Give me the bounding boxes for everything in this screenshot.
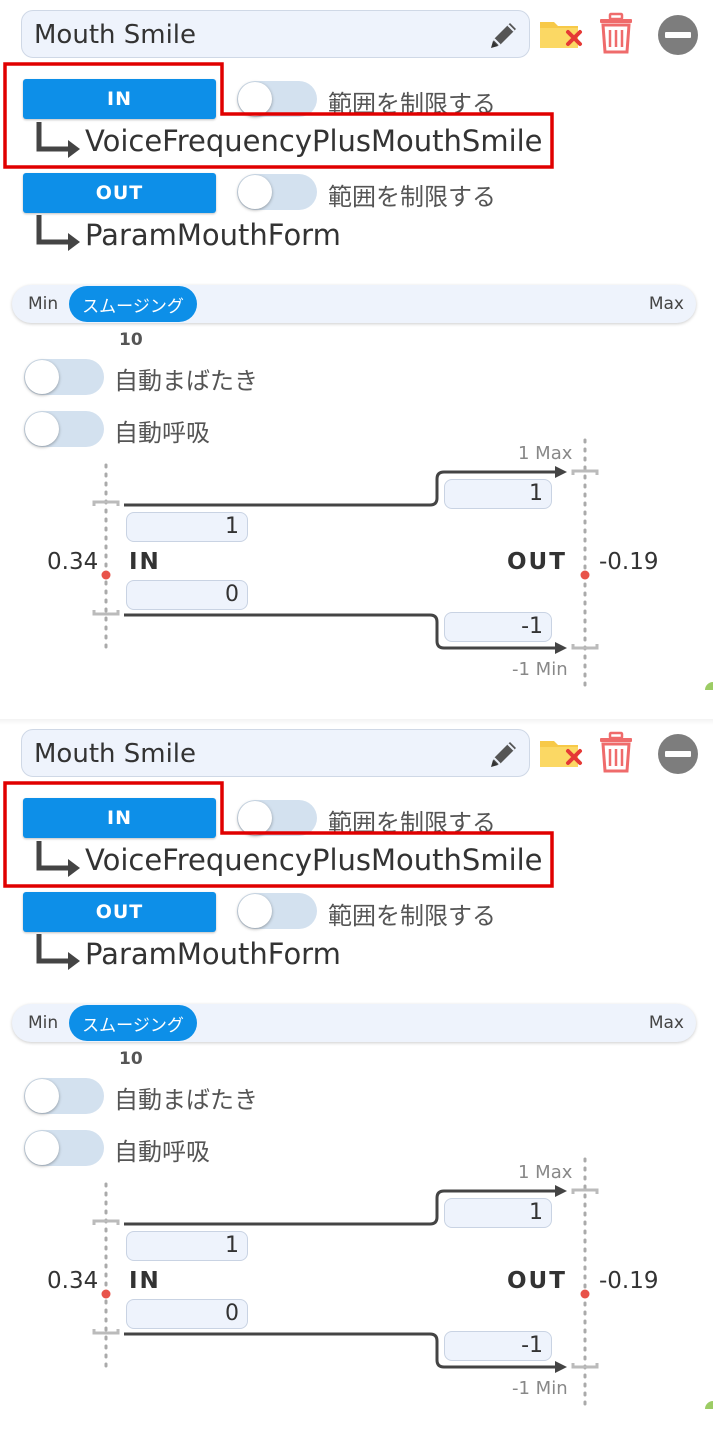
input-current-value: 0.34 xyxy=(47,549,99,575)
smoothing-slider[interactable]: Min スムージング Max xyxy=(12,285,696,323)
input-min-field[interactable]: 0 xyxy=(126,1299,248,1329)
mapping-curve: 1 Max 1 1 0.34 IN OUT -0.19 0 -1 -1 Min xyxy=(0,430,713,690)
smoothing-value: 10 xyxy=(119,1049,143,1069)
input-current-value: 0.34 xyxy=(47,1268,99,1294)
output-current-value: -0.19 xyxy=(599,549,659,575)
auto-blink-label: 自動まばたき xyxy=(114,367,258,395)
output-min-caption: -1 Min xyxy=(512,1378,568,1399)
auto-blink-toggle[interactable] xyxy=(24,1078,104,1114)
arrow-icon xyxy=(36,934,80,970)
smoothing-slider-thumb[interactable]: スムージング xyxy=(69,1005,197,1041)
output-min-field[interactable]: -1 xyxy=(444,612,552,642)
output-min-field[interactable]: -1 xyxy=(444,1331,552,1361)
input-value-marker xyxy=(101,1289,111,1299)
curve-in-label: IN xyxy=(129,549,161,575)
curve-in-label: IN xyxy=(129,1268,161,1294)
output-current-value: -0.19 xyxy=(599,1268,659,1294)
smoothing-value: 10 xyxy=(119,330,143,350)
slider-min-label: Min xyxy=(28,294,59,314)
input-value-marker xyxy=(101,570,111,580)
input-max-field[interactable]: 1 xyxy=(126,512,248,542)
arrow-icon xyxy=(36,215,80,251)
parameter-mapping-card: Mouth Smile IN 範囲を制限する VoiceFrequencyPlu… xyxy=(0,719,713,1409)
input-min-field[interactable]: 0 xyxy=(126,580,248,610)
auto-blink-label: 自動まばたき xyxy=(114,1086,258,1114)
highlight-outline xyxy=(3,62,554,169)
output-value-marker xyxy=(580,1289,590,1299)
output-min-caption: -1 Min xyxy=(512,659,568,680)
output-max-caption: 1 Max xyxy=(518,1162,573,1183)
output-max-caption: 1 Max xyxy=(518,443,573,464)
input-max-field[interactable]: 1 xyxy=(126,1231,248,1261)
slider-max-label: Max xyxy=(648,294,684,314)
slider-min-label: Min xyxy=(28,1013,59,1033)
output-max-field[interactable]: 1 xyxy=(444,479,552,509)
highlight-outline xyxy=(3,781,554,888)
smoothing-slider[interactable]: Min スムージング Max xyxy=(12,1004,696,1042)
slider-max-label: Max xyxy=(648,1013,684,1033)
smoothing-slider-thumb[interactable]: スムージング xyxy=(69,286,197,322)
output-parameter-name: ParamMouthForm xyxy=(85,937,341,971)
mapping-curve: 1 Max 1 1 0.34 IN OUT -0.19 0 -1 -1 Min xyxy=(0,1149,713,1409)
output-value-marker xyxy=(580,570,590,580)
output-max-field[interactable]: 1 xyxy=(444,1198,552,1228)
curve-out-label: OUT xyxy=(507,549,567,575)
parameter-mapping-card: Mouth Smile IN 範囲を制限する VoiceFrequencyPlu… xyxy=(0,0,713,690)
output-parameter-name: ParamMouthForm xyxy=(85,218,341,252)
auto-blink-toggle[interactable] xyxy=(24,359,104,395)
curve-out-label: OUT xyxy=(507,1268,567,1294)
